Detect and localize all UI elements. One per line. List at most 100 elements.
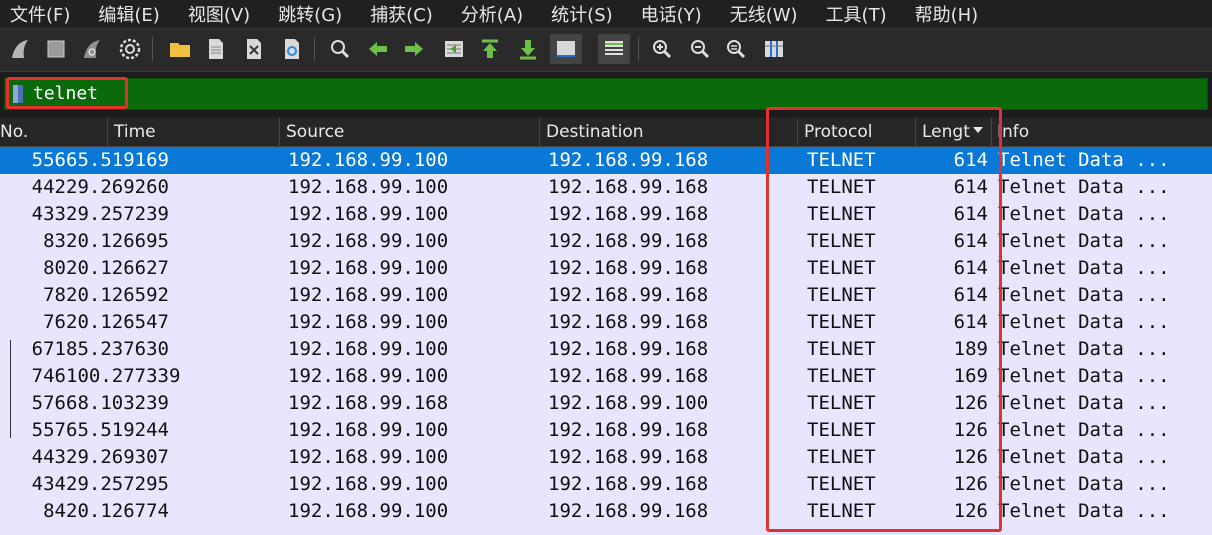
cell-time: 65.519244	[66, 419, 169, 441]
table-row[interactable]: 76 20.126547 192.168.99.100 192.168.99.168 T…	[0, 309, 1212, 336]
menu-view[interactable]: 视图(V)	[178, 1, 260, 27]
table-row[interactable]: 433 29.257239 192.168.99.100 192.168.99.168…	[0, 201, 1212, 228]
table-row[interactable]: 746 100.277339 192.168.99.100 192.168.99.16…	[0, 363, 1212, 390]
cell-length: 614	[953, 176, 988, 198]
cell-length: 614	[953, 257, 988, 279]
menu-go[interactable]: 跳转(G)	[268, 1, 352, 27]
close-file-icon[interactable]	[240, 35, 268, 63]
cell-time: 29.257295	[66, 473, 169, 495]
stop-icon[interactable]	[42, 35, 70, 63]
cell-source: 192.168.99.100	[288, 257, 449, 279]
back-arrow-icon[interactable]	[364, 35, 392, 63]
cell-no: 434	[31, 473, 66, 495]
cell-info: Telnet Data ...	[998, 392, 1170, 414]
zoom-out-icon[interactable]	[686, 35, 714, 63]
cell-source: 192.168.99.100	[288, 149, 449, 171]
cell-info: Telnet Data ...	[998, 176, 1170, 198]
first-packet-icon[interactable]	[476, 35, 504, 63]
filter-bookmark-icon[interactable]	[13, 85, 23, 103]
menu-file[interactable]: 文件(F)	[0, 1, 80, 27]
table-row[interactable]: 78 20.126592 192.168.99.100 192.168.99.168 T…	[0, 282, 1212, 309]
cell-no: 746	[31, 365, 66, 387]
shark-fin-start-icon[interactable]	[6, 35, 34, 63]
cell-no: 78	[43, 284, 66, 306]
column-header-time[interactable]: Time	[108, 118, 280, 146]
table-row[interactable]: 442 29.269260 192.168.99.100 192.168.99.168…	[0, 174, 1212, 201]
cell-length: 614	[953, 149, 988, 171]
column-header-destination[interactable]: Destination	[540, 118, 798, 146]
column-header-info[interactable]: Info	[992, 118, 1212, 146]
cell-info: Telnet Data ...	[998, 203, 1170, 225]
cell-info: Telnet Data ...	[998, 500, 1170, 522]
cell-length: 126	[953, 392, 988, 414]
menu-statistics[interactable]: 统计(S)	[541, 1, 622, 27]
cell-info: Telnet Data ...	[998, 149, 1170, 171]
cell-source: 192.168.99.100	[288, 284, 449, 306]
cell-length: 614	[953, 230, 988, 252]
cell-info: Telnet Data ...	[998, 419, 1170, 441]
table-row[interactable]: 671 85.237630 192.168.99.100 192.168.99.168…	[0, 336, 1212, 363]
cell-destination: 192.168.99.168	[548, 500, 709, 522]
cell-destination: 192.168.99.168	[548, 473, 709, 495]
main-toolbar	[0, 27, 1212, 72]
cell-source: 192.168.99.100	[288, 203, 449, 225]
cell-destination: 192.168.99.168	[548, 338, 709, 360]
table-row[interactable]: 84 20.126774 192.168.99.100 192.168.99.168 T…	[0, 498, 1212, 525]
options-gear-icon[interactable]	[116, 35, 144, 63]
menu-telephony[interactable]: 电话(Y)	[631, 1, 712, 27]
autoscroll-icon[interactable]	[550, 34, 582, 64]
reload-icon[interactable]	[278, 35, 306, 63]
packet-list-header: No. Time Source Destination Protocol Len…	[0, 118, 1212, 147]
file-icon[interactable]	[202, 35, 230, 63]
forward-arrow-icon[interactable]	[400, 35, 428, 63]
cell-no: 576	[31, 392, 66, 414]
menu-help[interactable]: 帮助(H)	[905, 1, 989, 27]
cell-no: 671	[31, 338, 66, 360]
cell-protocol: TELNET	[807, 365, 876, 387]
cell-protocol: TELNET	[807, 473, 876, 495]
menu-edit[interactable]: 编辑(E)	[88, 1, 169, 27]
wireshark-window: 文件(F) 编辑(E) 视图(V) 跳转(G) 捕获(C) 分析(A) 统计(S…	[0, 0, 1212, 535]
cell-protocol: TELNET	[807, 257, 876, 279]
cell-destination: 192.168.99.168	[548, 311, 709, 333]
cell-no: 443	[31, 446, 66, 468]
column-header-no[interactable]: No.	[0, 118, 108, 146]
cell-info: Telnet Data ...	[998, 230, 1170, 252]
related-packet-line	[10, 340, 11, 438]
cell-length: 614	[953, 311, 988, 333]
zoom-normal-icon[interactable]	[722, 35, 750, 63]
cell-protocol: TELNET	[807, 392, 876, 414]
resize-columns-icon[interactable]	[760, 35, 788, 63]
menu-tools[interactable]: 工具(T)	[816, 1, 897, 27]
display-filter-input[interactable]: telnet	[4, 78, 1208, 110]
shark-fin-restart-icon[interactable]	[78, 35, 106, 63]
table-row[interactable]: 83 20.126695 192.168.99.100 192.168.99.168 T…	[0, 228, 1212, 255]
cell-no: 76	[43, 311, 66, 333]
colorize-icon[interactable]	[598, 34, 630, 64]
last-packet-icon[interactable]	[514, 35, 542, 63]
table-row[interactable]: 80 20.126627 192.168.99.100 192.168.99.168 T…	[0, 255, 1212, 282]
cell-time: 100.277339	[66, 365, 181, 387]
table-row[interactable]: 576 68.103239 192.168.99.168 192.168.99.100…	[0, 390, 1212, 417]
cell-destination: 192.168.99.168	[548, 419, 709, 441]
cell-time: 20.126627	[66, 257, 169, 279]
menu-capture[interactable]: 捕获(C)	[360, 1, 443, 27]
menu-wireless[interactable]: 无线(W)	[720, 1, 808, 27]
cell-length: 614	[953, 284, 988, 306]
find-icon[interactable]	[326, 35, 354, 63]
table-row[interactable]: 443 29.269307 192.168.99.100 192.168.99.168…	[0, 444, 1212, 471]
table-row[interactable]: 557 65.519244 192.168.99.100 192.168.99.168…	[0, 417, 1212, 444]
cell-source: 192.168.99.168	[288, 392, 449, 414]
column-header-protocol[interactable]: Protocol	[798, 118, 916, 146]
column-header-length[interactable]: Lengt	[916, 118, 992, 146]
table-row-selected[interactable]: 556 65.519169 192.168.99.100 192.168.99.168…	[0, 147, 1212, 174]
table-row[interactable]: 434 29.257295 192.168.99.100 192.168.99.168…	[0, 471, 1212, 498]
open-folder-icon[interactable]	[166, 35, 194, 63]
cell-no: 80	[43, 257, 66, 279]
menu-analyze[interactable]: 分析(A)	[451, 1, 533, 27]
go-to-packet-icon[interactable]	[440, 35, 468, 63]
column-header-source[interactable]: Source	[280, 118, 540, 146]
zoom-in-icon[interactable]	[648, 35, 676, 63]
cell-no: 556	[31, 149, 66, 171]
cell-time: 29.269307	[66, 446, 169, 468]
